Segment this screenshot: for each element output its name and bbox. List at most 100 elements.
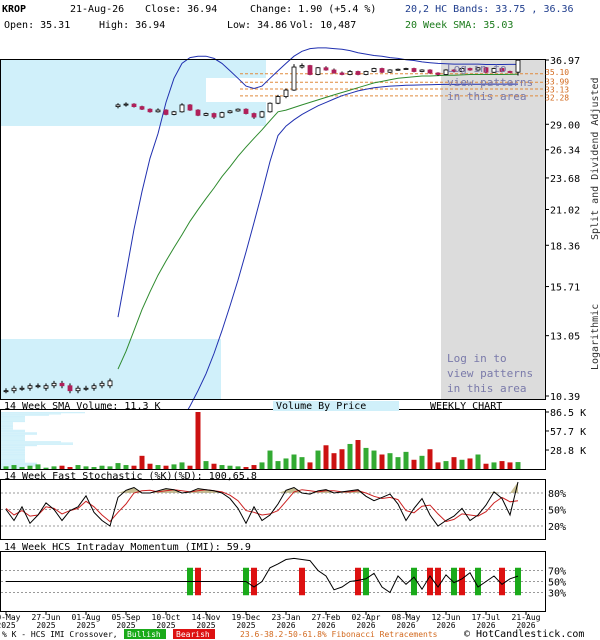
date-tick-year: 2025 (36, 621, 55, 630)
candle-body (131, 103, 137, 108)
logarithmic-label: Logarithmic (590, 304, 600, 370)
volume-tick-label: 28.8 K (550, 446, 586, 457)
volume-bar (347, 443, 353, 469)
volume-bar (275, 461, 281, 469)
volume-bar (187, 465, 193, 469)
candle-body (35, 385, 41, 388)
vbp-bar (1, 446, 25, 448)
volume-bar (443, 461, 449, 469)
vbp-bar (1, 423, 13, 425)
vbp-bar (1, 417, 25, 419)
price-tick-label: 36.97 (550, 56, 580, 67)
stochastic-title: 14 Week Fast Stochastic (%K)(%D): 100,65… (4, 471, 257, 482)
volume-bar (51, 466, 57, 469)
candle-body (387, 69, 393, 73)
vbp-bar (1, 424, 13, 426)
vbp-bar (1, 461, 25, 463)
volume-bar (515, 462, 521, 469)
candle-body (83, 387, 89, 390)
watermark-line: view patterns (447, 76, 533, 89)
price-tick-label: 23.68 (550, 174, 580, 185)
vbp-label: Volume By Price (276, 401, 366, 412)
date-tick-year: 2026 (436, 621, 455, 630)
volume-bar (27, 465, 33, 469)
date-tick-year: 2026 (356, 621, 375, 630)
vbp-bar (1, 436, 25, 438)
volume-bar (299, 457, 305, 469)
candle-body (219, 112, 225, 118)
vbp-bar (1, 433, 37, 435)
crossover-bar (435, 567, 441, 596)
volume-bar (227, 465, 233, 469)
volume-bar (307, 462, 313, 469)
stochastic-panel: 14 Week Fast Stochastic (%K)(%D): 100,65… (0, 471, 566, 540)
candle-body (59, 382, 65, 387)
vbp-bar (1, 427, 13, 429)
vbp-bar (1, 437, 25, 439)
candle-body (315, 67, 321, 75)
volume-bar (283, 458, 289, 469)
volume-bar (267, 450, 273, 469)
vbp-bar (1, 415, 25, 418)
crossover-bar (427, 567, 433, 596)
stochastic-tick-label: 80% (548, 489, 566, 500)
open-value: Open: 35.31 (4, 20, 70, 31)
volume-bar (483, 463, 489, 469)
volume-bar (475, 454, 481, 469)
volume-bar (467, 458, 473, 469)
volume-bar (235, 466, 241, 469)
volume-bar (243, 467, 249, 469)
volume-bar (403, 451, 409, 469)
volume-bar (491, 462, 497, 469)
candle-body (67, 385, 73, 392)
volume-panel: 14 Week SMA Volume: 11.3 K Volume By Pri… (0, 401, 586, 470)
shaded-region-gap (206, 78, 266, 102)
vbp-bar (1, 429, 25, 431)
volume-bar (339, 449, 345, 469)
price-tick-label: 21.02 (550, 205, 580, 216)
candle-body (235, 108, 241, 112)
candle-body (195, 109, 201, 116)
watermark-line: Log in to (447, 352, 507, 365)
candle-body (299, 65, 305, 68)
watermark-line: in this area (447, 382, 526, 395)
volume-tick-label: 86.5 K (550, 408, 586, 419)
watermark-line: in this area (447, 90, 526, 103)
volume-bar (251, 465, 257, 469)
candle-body (19, 387, 25, 390)
crossover-bar (411, 567, 417, 596)
vbp-bar (1, 439, 25, 442)
vbp-bar (1, 420, 25, 423)
vbp-bar (1, 428, 13, 430)
candle-body (163, 109, 169, 115)
candle-body (371, 68, 377, 72)
stochastic-axis: 80% 50% 20% (548, 489, 566, 533)
volume-tick-label: 57.7 K (550, 427, 586, 438)
candle-body (203, 113, 209, 116)
volume-bar (459, 459, 465, 469)
date-tick-year: 2026 (396, 621, 415, 630)
shaded-region (1, 339, 221, 399)
volume-bar (259, 462, 265, 469)
candle-body (363, 71, 369, 75)
candle-body (331, 69, 337, 74)
stochastic-tick-label: 20% (548, 522, 566, 533)
volume-bar (35, 464, 41, 469)
volume-bar (499, 461, 505, 469)
low-value: Low: 34.86 (227, 20, 287, 31)
vbp-bar (1, 431, 25, 433)
volume-bar (395, 457, 401, 469)
crossover-bar (459, 567, 465, 596)
volume-bar (131, 465, 137, 469)
volume-bar (171, 464, 177, 469)
candle-body (27, 385, 33, 389)
candle-body (179, 104, 185, 113)
vbp-bar (1, 441, 61, 443)
vbp-bar (1, 450, 25, 452)
split-adjusted-label: Split and Dividend Adjusted (590, 77, 600, 240)
candle-body (51, 382, 57, 387)
vbp-bar (1, 432, 37, 434)
vbp-bar (1, 425, 13, 428)
candle-body (3, 390, 9, 393)
candle-body (307, 65, 313, 75)
